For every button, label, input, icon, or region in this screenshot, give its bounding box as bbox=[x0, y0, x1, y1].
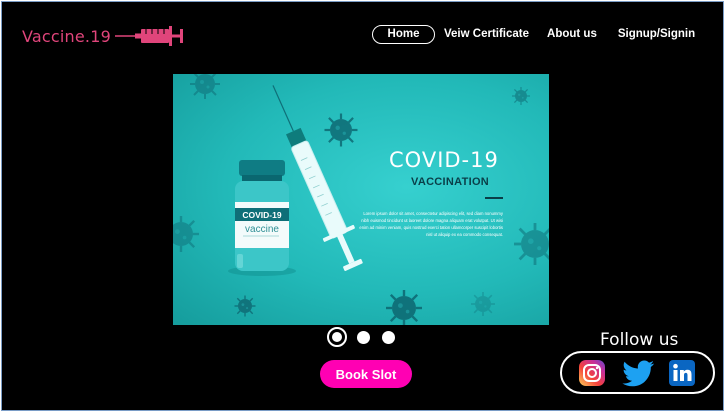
follow-us-heading: Follow us bbox=[600, 330, 679, 350]
carousel-indicators bbox=[327, 327, 395, 347]
virus-icon bbox=[233, 294, 257, 318]
nav-about-us[interactable]: About us bbox=[546, 25, 598, 44]
brand-logo[interactable]: Vaccine.19 bbox=[22, 24, 185, 48]
virus-icon bbox=[511, 86, 531, 106]
nav-signup-signin[interactable]: Signup/Signin bbox=[617, 25, 696, 44]
twitter-icon[interactable] bbox=[621, 359, 655, 387]
nav-home[interactable]: Home bbox=[372, 25, 435, 44]
hero-title: COVID-19 bbox=[389, 148, 499, 172]
vial-label: COVID-19 bbox=[242, 210, 282, 220]
main-nav: Home Veiw Certificate About us Signup/Si… bbox=[372, 25, 696, 44]
virus-icon bbox=[323, 112, 359, 148]
carousel-dot-2[interactable] bbox=[357, 330, 370, 344]
brand-name: Vaccine.19 bbox=[22, 26, 111, 46]
instagram-icon[interactable] bbox=[578, 359, 606, 387]
virus-icon bbox=[189, 74, 221, 100]
hero-subtitle: VACCINATION bbox=[411, 176, 490, 188]
nav-view-certificate[interactable]: Veiw Certificate bbox=[443, 25, 530, 44]
hero-divider bbox=[485, 197, 503, 199]
syringe-icon bbox=[114, 26, 183, 46]
vial-sublabel: vaccine bbox=[245, 224, 279, 235]
virus-icon bbox=[173, 214, 201, 254]
book-slot-button[interactable]: Book Slot bbox=[320, 360, 412, 388]
virus-icon bbox=[384, 288, 424, 325]
banner-illustration bbox=[173, 74, 549, 325]
carousel-dot-1[interactable] bbox=[327, 327, 347, 347]
hero-body: Lorem ipsum dolor sit amet, consectetur … bbox=[359, 211, 503, 237]
linkedin-icon[interactable] bbox=[668, 359, 696, 387]
social-links bbox=[560, 351, 715, 394]
carousel-dot-3[interactable] bbox=[382, 330, 395, 344]
virus-icon bbox=[512, 221, 549, 267]
page-frame: Vaccine.19 Home Veiw Certificate About u… bbox=[1, 1, 724, 411]
virus-icon bbox=[470, 291, 496, 317]
hero-banner: COVID-19 vaccine COVID-19 VACCINATION Lo… bbox=[173, 74, 549, 325]
